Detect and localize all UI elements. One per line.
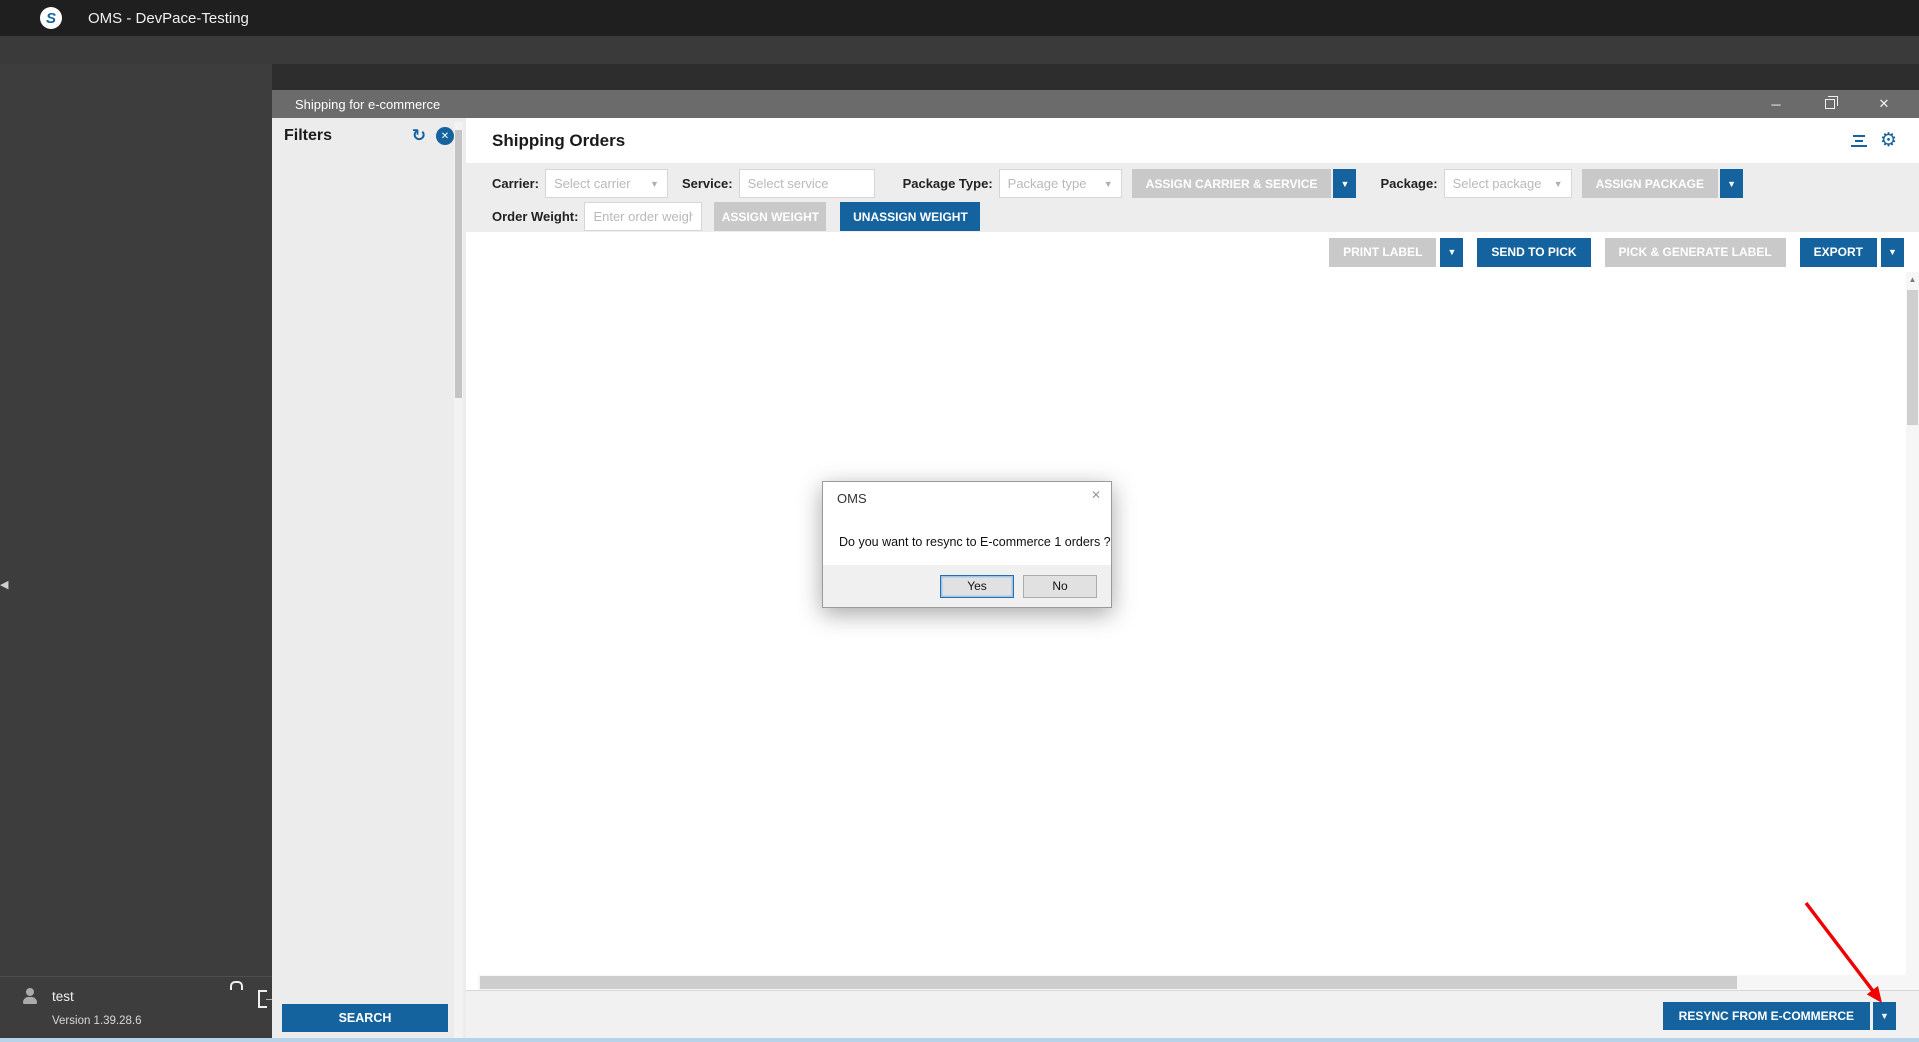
- menu-bar: [0, 36, 1919, 64]
- carrier-label: Carrier:: [492, 176, 539, 191]
- dialog-close-icon[interactable]: ✕: [1091, 488, 1101, 502]
- child-window-title-bar: Shipping for e-commerce ─ ✕: [272, 90, 1919, 118]
- search-button[interactable]: SEARCH: [282, 1004, 448, 1032]
- assign-weight-button[interactable]: ASSIGN WEIGHT: [714, 202, 827, 231]
- unassign-weight-button[interactable]: UNASSIGN WEIGHT: [840, 202, 981, 231]
- oms-application-window: S OMS - DevPace-Testing ─ ✕ test Version…: [0, 0, 1919, 1042]
- window-bottom-edge: [0, 1038, 1919, 1042]
- assign-carrier-service-dropdown[interactable]: ▼: [1333, 169, 1357, 198]
- document-tab-strip: [272, 64, 1919, 90]
- order-weight-label: Order Weight:: [492, 209, 579, 224]
- service-input[interactable]: [738, 169, 875, 198]
- filters-panel: Filters ↻ ✕ SEARCH: [272, 118, 466, 1042]
- dialog-message: Do you want to resync to E-commerce 1 or…: [839, 535, 1111, 549]
- dialog-title: OMS: [837, 491, 867, 506]
- current-user: test: [52, 989, 74, 1004]
- assign-toolbar: Carrier: Select carrier▼ Service: Packag…: [466, 163, 1919, 232]
- pick-generate-label-button[interactable]: PICK & GENERATE LABEL: [1604, 237, 1786, 267]
- bottom-action-bar: RESYNC FROM E-COMMERCE ▼: [466, 990, 1919, 1042]
- child-rest[interactable]: [1803, 95, 1857, 112]
- resync-dropdown[interactable]: ▼: [1873, 1002, 1896, 1030]
- table-horizontal-scrollbar[interactable]: [478, 975, 1906, 990]
- refresh-filters-icon[interactable]: ↻: [412, 126, 426, 146]
- window-title: OMS - DevPace-Testing: [88, 9, 249, 27]
- package-type-select[interactable]: Package type ▼: [998, 169, 1122, 198]
- orders-table: [478, 272, 1907, 975]
- order-weight-input[interactable]: [584, 202, 703, 231]
- sidebar-footer: test Version 1.39.28.6: [0, 976, 272, 1042]
- service-label: Service:: [681, 176, 733, 191]
- package-select[interactable]: Select package ▼: [1443, 169, 1572, 198]
- title-bar: S OMS - DevPace-Testing ─ ✕: [0, 0, 1919, 154]
- shipping-orders-panel: Shipping Orders ⚙ Carrier: Select carrie…: [466, 118, 1919, 1042]
- filters-title: Filters: [284, 127, 333, 144]
- assign-carrier-service-button[interactable]: ASSIGN CARRIER & SERVICE: [1131, 169, 1332, 198]
- page-title: Shipping Orders: [492, 130, 626, 150]
- assign-package-button[interactable]: ASSIGN PACKAGE: [1581, 169, 1719, 198]
- table-vertical-scrollbar[interactable]: ▲: [1906, 272, 1919, 990]
- gear-icon[interactable]: ⚙: [1880, 129, 1897, 152]
- carrier-select[interactable]: Select carrier ▼: [544, 169, 668, 198]
- app-version: Version 1.39.28.6: [52, 1015, 142, 1027]
- child-window-title: Shipping for e-commerce: [295, 96, 441, 112]
- export-button[interactable]: EXPORT: [1799, 237, 1877, 267]
- sidebar-collapse-arrow-icon[interactable]: ◀: [0, 578, 8, 591]
- child-minimize-button[interactable]: ─: [1749, 97, 1803, 112]
- order-status-tabs: PRINT LABEL ▼ SEND TO PICK PICK & GENERA…: [466, 232, 1919, 272]
- resync-confirmation-dialog: OMS ✕ Do you want to resync to E-commerc…: [822, 481, 1112, 608]
- package-label: Package:: [1380, 176, 1438, 191]
- assign-package-dropdown[interactable]: ▼: [1720, 169, 1744, 198]
- column-chooser-icon[interactable]: [1849, 133, 1867, 149]
- no-button[interactable]: No: [1023, 574, 1097, 598]
- filters-scrollbar[interactable]: [454, 122, 463, 1038]
- app-logo-icon: S: [40, 7, 62, 29]
- export-dropdown[interactable]: ▼: [1881, 237, 1904, 267]
- clear-filters-icon[interactable]: ✕: [436, 127, 454, 145]
- child-window-controls: ─ ✕: [1749, 90, 1911, 118]
- user-avatar: [21, 987, 39, 1005]
- print-label-button[interactable]: PRINT LABEL: [1329, 237, 1437, 267]
- send-to-pick-button[interactable]: SEND TO PICK: [1477, 237, 1591, 267]
- print-label-dropdown[interactable]: ▼: [1440, 237, 1464, 267]
- yes-button[interactable]: Yes: [940, 574, 1014, 598]
- sidebar: test Version 1.39.28.6: [0, 64, 272, 1042]
- package-type-label: Package Type:: [902, 176, 993, 191]
- child-close-button[interactable]: ✕: [1857, 96, 1911, 112]
- resync-from-ecommerce-button[interactable]: RESYNC FROM E-COMMERCE: [1662, 1002, 1870, 1030]
